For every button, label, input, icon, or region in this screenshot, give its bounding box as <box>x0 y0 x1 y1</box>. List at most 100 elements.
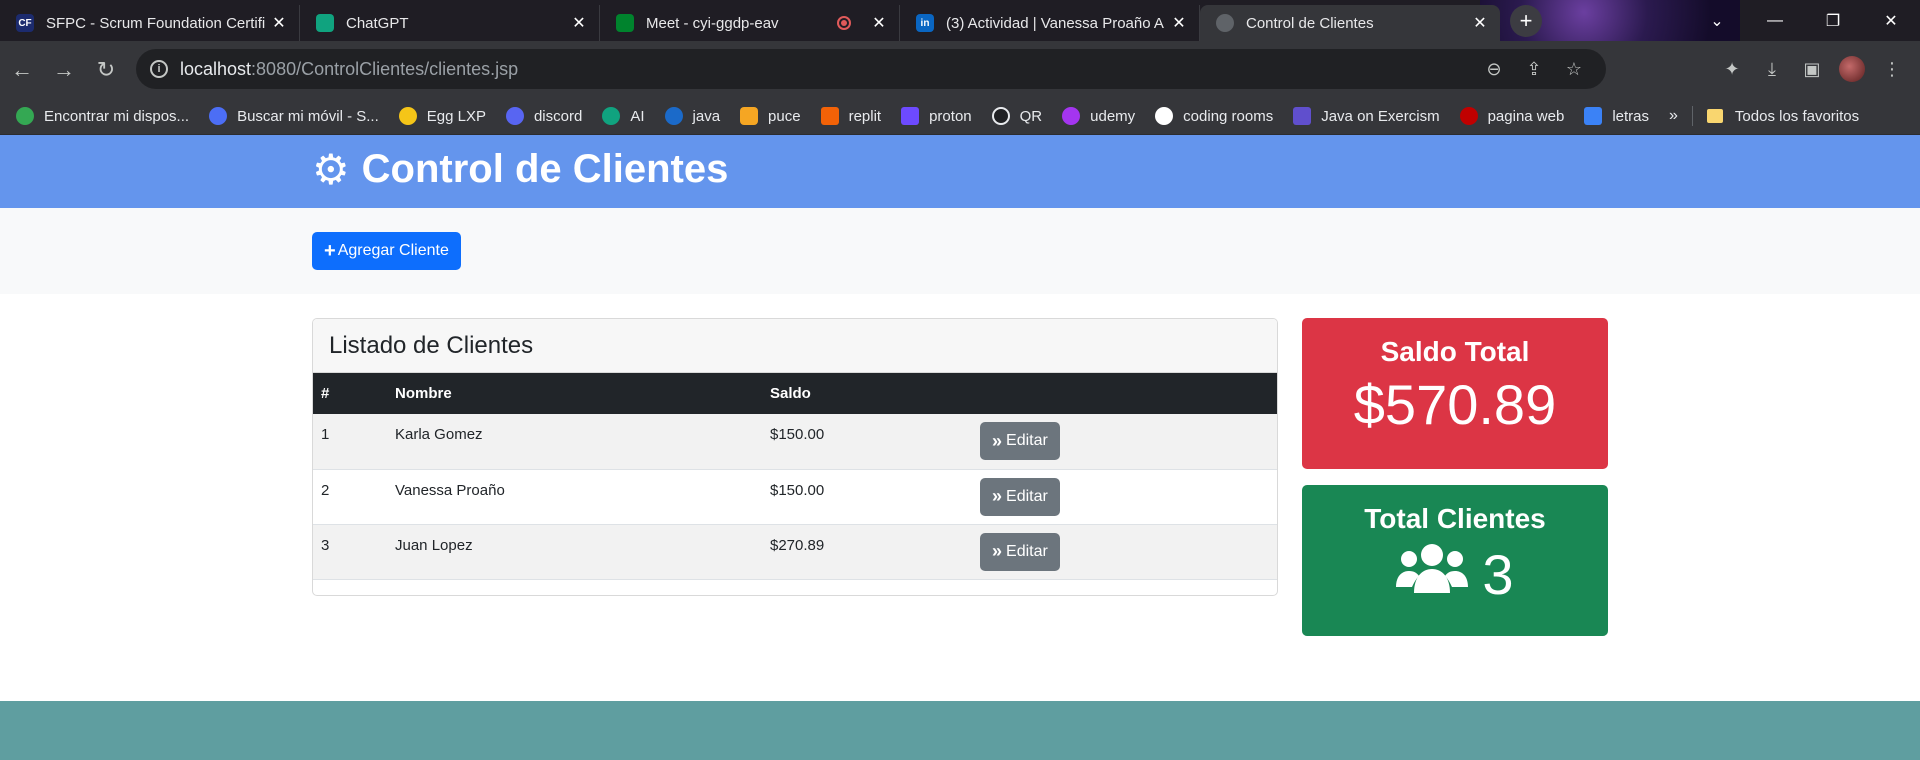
close-tab-icon[interactable]: ✕ <box>1470 13 1490 33</box>
bookmark-label: proton <box>929 107 972 125</box>
double-chevron-right-icon: » <box>992 541 1003 561</box>
browser-tab[interactable]: ChatGPT ✕ <box>300 5 600 41</box>
total-balance-card: Saldo Total $570.89 <box>1302 318 1608 469</box>
bookmark-item[interactable]: Egg LXP <box>398 107 486 125</box>
tab-title: Meet - cyi-ggdp-eav <box>646 14 779 32</box>
tab-search-icon[interactable]: ⌄ <box>1688 0 1746 41</box>
double-chevron-right-icon: » <box>992 430 1003 451</box>
edit-button[interactable]: » Editar <box>980 422 1060 460</box>
bookmark-item[interactable]: letras <box>1584 107 1649 125</box>
edit-button[interactable]: » Editar <box>980 477 1060 516</box>
close-tab-icon[interactable]: ✕ <box>569 13 589 33</box>
bookmark-item[interactable]: QR <box>991 107 1042 125</box>
profile-avatar[interactable] <box>1839 56 1865 82</box>
close-tab-icon[interactable]: ✕ <box>869 13 889 33</box>
bookmark-label: AI <box>630 107 645 125</box>
browser-tab[interactable]: Meet - cyi-ggdp-eav ✕ <box>600 5 900 41</box>
bookmark-icon <box>740 107 759 125</box>
site-info-icon[interactable]: i <box>150 60 168 78</box>
page-footer <box>0 701 1920 760</box>
forward-icon[interactable]: → <box>44 50 84 90</box>
bookmark-label: Encontrar mi dispos... <box>44 107 190 125</box>
close-window-icon[interactable]: ✕ <box>1862 0 1920 41</box>
downloads-icon[interactable]: ⤓ <box>1752 59 1792 80</box>
bookmark-star-icon[interactable]: ☆ <box>1554 59 1594 80</box>
plus-icon: + <box>324 239 336 262</box>
page-header: ⚙ Control de Clientes <box>0 135 1920 208</box>
toolbar-actions: ✦ ⤓ ▣ ⋮ <box>1712 49 1912 89</box>
meet-favicon-icon <box>616 14 634 32</box>
restore-icon[interactable]: ❐ <box>1804 0 1862 41</box>
bookmark-item[interactable]: AI <box>602 107 645 125</box>
total-clients-value: 3 <box>1482 543 1514 606</box>
client-name: Juan Lopez <box>387 524 762 580</box>
close-tab-icon[interactable]: ✕ <box>269 13 289 33</box>
row-actions: » Editar <box>972 414 1277 470</box>
globe-favicon-icon <box>1216 14 1234 32</box>
bookmark-icon <box>505 107 524 125</box>
bookmark-icon <box>602 107 621 125</box>
total-clients-label: Total Clientes <box>1364 503 1546 534</box>
bookmark-icon <box>398 107 417 125</box>
bookmarks-divider <box>1691 106 1693 126</box>
actions-bar: + Agregar Cliente <box>0 208 1920 294</box>
bookmark-item[interactable]: Buscar mi móvil - S... <box>209 107 379 125</box>
bookmark-item[interactable]: puce <box>740 107 801 125</box>
edit-button[interactable]: » Editar <box>980 532 1060 571</box>
bookmark-item[interactable]: udemy <box>1062 107 1135 125</box>
scrum-favicon-icon: CF <box>16 14 34 32</box>
share-icon[interactable]: ⇪ <box>1514 59 1554 80</box>
bookmark-item[interactable]: replit <box>820 107 882 125</box>
bookmark-label: java <box>692 107 721 125</box>
tab-title: (3) Actividad | Vanessa Proaño A <box>946 14 1164 32</box>
recording-icon <box>837 16 851 30</box>
bookmark-icon <box>664 107 683 125</box>
total-clients-row: 3 <box>1302 541 1608 608</box>
client-balance: $150.00 <box>762 469 972 525</box>
chatgpt-favicon-icon <box>316 14 334 32</box>
bookmark-icon <box>209 107 228 125</box>
browser-tab-active[interactable]: Control de Clientes ✕ <box>1200 5 1500 41</box>
url-text: localhost:8080/ControlClientes/clientes.… <box>180 59 518 80</box>
bookmark-item[interactable]: Encontrar mi dispos... <box>16 107 189 125</box>
address-bar[interactable]: i localhost:8080/ControlClientes/cliente… <box>136 49 1606 89</box>
browser-tabbar: CF SFPC - Scrum Foundation Certifi ✕ Cha… <box>0 0 1920 41</box>
gear-icon: ⚙ <box>312 146 350 193</box>
reload-icon[interactable]: ↻ <box>86 50 126 90</box>
page-title: ⚙ Control de Clientes <box>312 145 728 194</box>
side-panel-icon[interactable]: ▣ <box>1792 59 1832 80</box>
browser-tab[interactable]: CF SFPC - Scrum Foundation Certifi ✕ <box>0 5 300 41</box>
bookmark-item[interactable]: proton <box>901 107 972 125</box>
close-tab-icon[interactable]: ✕ <box>1169 13 1189 33</box>
minimize-icon[interactable]: — <box>1746 0 1804 41</box>
bookmark-item[interactable]: coding rooms <box>1155 107 1273 125</box>
bookmark-item[interactable]: java <box>664 107 721 125</box>
add-client-button[interactable]: + Agregar Cliente <box>312 232 461 270</box>
table-header-row: # Nombre Saldo <box>313 373 1277 414</box>
all-favorites-folder[interactable]: Todos los favoritos <box>1706 108 1859 125</box>
bookmark-label: Buscar mi móvil - S... <box>237 107 379 125</box>
new-tab-button[interactable]: + <box>1510 5 1542 37</box>
browser-tab[interactable]: in (3) Actividad | Vanessa Proaño A ✕ <box>900 5 1200 41</box>
more-bookmarks-icon[interactable]: » <box>1669 107 1678 125</box>
bookmark-icon <box>1584 107 1603 125</box>
tab-title: Control de Clientes <box>1246 14 1374 32</box>
edit-label: Editar <box>1006 542 1048 560</box>
extensions-icon[interactable]: ✦ <box>1712 59 1752 80</box>
menu-icon[interactable]: ⋮ <box>1872 59 1912 80</box>
client-name: Karla Gomez <box>387 414 762 470</box>
bookmark-item[interactable]: discord <box>505 107 582 125</box>
row-actions: » Editar <box>972 524 1277 580</box>
bookmark-icon <box>901 107 920 125</box>
bookmark-item[interactable]: pagina web <box>1459 107 1564 125</box>
edit-label: Editar <box>1006 432 1048 449</box>
client-balance: $150.00 <box>762 414 972 470</box>
add-client-label: Agregar Cliente <box>337 242 449 259</box>
back-icon[interactable]: ← <box>2 50 42 90</box>
table-row: 1 Karla Gomez $150.00 » Editar <box>313 414 1277 470</box>
total-balance-label: Saldo Total <box>1380 336 1530 367</box>
total-balance-value: $570.89 <box>1353 373 1557 436</box>
bookmark-label: replit <box>848 107 882 125</box>
bookmark-item[interactable]: Java on Exercism <box>1293 107 1440 125</box>
zoom-icon[interactable]: ⊖ <box>1474 59 1514 80</box>
